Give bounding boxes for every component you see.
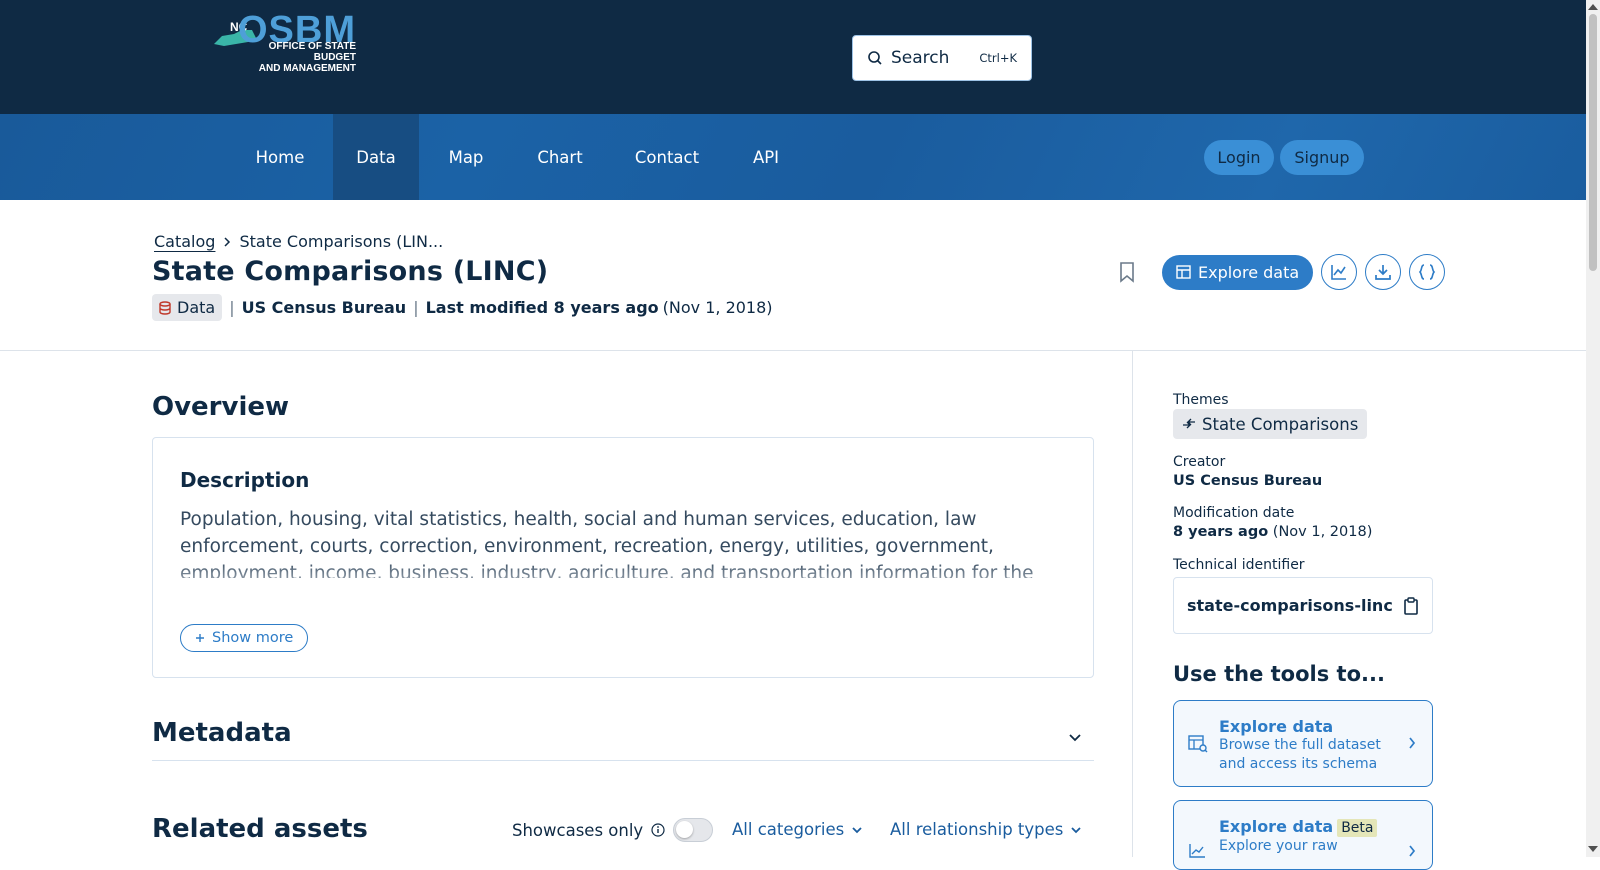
last-modified: Last modified 8 years ago (425, 298, 659, 317)
meta-separator: | (413, 298, 419, 317)
explore-data-label: Explore data (1198, 262, 1300, 282)
table-icon (1176, 265, 1191, 279)
description-heading: Description (180, 468, 310, 492)
scrollbar-thumb[interactable] (1589, 14, 1597, 271)
tool-card-explore-data[interactable]: Explore data Browse the full dataset and… (1173, 700, 1433, 787)
section-divider (0, 350, 1586, 351)
tool-card-title: Explore data (1219, 717, 1334, 736)
asset-meta: Data | US Census Bureau | Last modified … (152, 294, 773, 321)
nav-map[interactable]: Map (436, 114, 496, 200)
last-modified-date: (Nov 1, 2018) (662, 298, 773, 317)
page-title: State Comparisons (LINC) (152, 256, 549, 287)
chevron-right-icon (1409, 737, 1416, 749)
logo-subtitle: OFFICE OF STATE BUDGET AND MANAGEMENT (258, 41, 356, 74)
api-button[interactable] (1409, 254, 1446, 290)
bookmark-button[interactable] (1116, 254, 1138, 290)
beta-badge: Beta (1337, 819, 1378, 837)
creator-value: US Census Bureau (1173, 473, 1323, 489)
explore-data-button[interactable]: Explore data (1162, 254, 1314, 290)
download-button[interactable] (1365, 254, 1402, 290)
nav-home[interactable]: Home (240, 114, 320, 200)
info-icon[interactable] (651, 823, 665, 837)
copy-button[interactable] (1403, 596, 1419, 615)
download-icon (1375, 265, 1392, 280)
login-button[interactable]: Login (1204, 140, 1274, 175)
creator-label: Creator (1173, 454, 1226, 470)
type-chip: Data (152, 294, 223, 321)
signup-button[interactable]: Signup (1280, 140, 1364, 175)
chevron-right-icon (224, 236, 231, 247)
technical-identifier-label: Technical identifier (1173, 557, 1305, 573)
themes-label: Themes (1173, 392, 1229, 408)
braces-icon (1419, 264, 1436, 280)
compare-arrows-icon (1183, 418, 1195, 429)
chevron-down-icon (1069, 734, 1081, 742)
nav-data[interactable]: Data (333, 114, 419, 200)
show-more-label: Show more (212, 630, 294, 646)
database-icon (159, 300, 171, 315)
scroll-down-arrow-icon[interactable] (1588, 846, 1598, 852)
search-shortcut: Ctrl+K (979, 51, 1017, 65)
breadcrumb-catalog-link[interactable]: Catalog (154, 232, 215, 251)
theme-chip-label: State Comparisons (1202, 414, 1359, 434)
meta-separator: | (229, 298, 235, 317)
metadata-heading: Metadata (152, 718, 292, 748)
table-search-icon (1188, 735, 1208, 753)
nav-api[interactable]: API (743, 114, 789, 200)
show-more-button[interactable]: Show more (180, 624, 309, 652)
visualize-button[interactable] (1321, 254, 1358, 290)
tool-card-title: Explore data Beta (1219, 817, 1378, 837)
breadcrumb: Catalog State Comparisons (LIN... (154, 232, 443, 251)
technical-identifier-value: state-comparisons-linc (1187, 596, 1393, 615)
modification-date-value: 8 years ago (Nov 1, 2018) (1173, 524, 1373, 540)
tools-heading: Use the tools to... (1173, 662, 1385, 686)
related-assets-heading: Related assets (152, 814, 368, 844)
chart-search-icon (1331, 265, 1347, 280)
top-header: NC OSBM OFFICE OF STATE BUDGET AND MANAG… (0, 0, 1586, 114)
showcases-filter: Showcases only (512, 818, 714, 842)
tool-card-description: Browse the full dataset and access its s… (1219, 737, 1381, 772)
technical-identifier-box: state-comparisons-linc (1173, 577, 1433, 634)
breadcrumb-current: State Comparisons (LIN... (239, 232, 444, 251)
tool-card-explore-data-beta[interactable]: Explore data Beta Explore your raw (1173, 800, 1433, 870)
sidebar-divider (1132, 350, 1133, 857)
chevron-down-icon (852, 826, 862, 833)
main-navigation: Home Data Map Chart Contact API Login Si… (0, 114, 1586, 200)
categories-dropdown[interactable]: All categories (732, 820, 863, 839)
categories-dropdown-label: All categories (732, 820, 845, 839)
relationship-dropdown-label: All relationship types (890, 820, 1064, 839)
scroll-up-arrow-icon[interactable] (1588, 4, 1598, 10)
tool-card-description: Explore your raw (1219, 838, 1338, 854)
bookmark-icon (1120, 262, 1134, 283)
description-card: Description Population, housing, vital s… (152, 437, 1094, 678)
header-actions: Explore data (1116, 254, 1446, 290)
overview-heading: Overview (152, 392, 290, 422)
plus-icon (196, 634, 204, 642)
theme-chip[interactable]: State Comparisons (1173, 409, 1368, 439)
showcases-toggle[interactable] (673, 818, 714, 842)
search-label: Search (891, 48, 950, 68)
osbm-logo[interactable]: NC OSBM OFFICE OF STATE BUDGET AND MANAG… (212, 10, 372, 74)
relationship-types-dropdown[interactable]: All relationship types (890, 820, 1082, 839)
modification-date-label: Modification date (1173, 505, 1295, 521)
source-name: US Census Bureau (241, 298, 407, 317)
search-icon (868, 51, 882, 65)
search-button[interactable]: Search Ctrl+K (852, 35, 1032, 81)
description-fade (180, 560, 1060, 600)
nav-contact[interactable]: Contact (624, 114, 710, 200)
metadata-accordion[interactable]: Metadata (152, 718, 1094, 761)
chevron-down-icon (1071, 826, 1082, 833)
type-chip-label: Data (177, 298, 216, 317)
chevron-right-icon (1409, 845, 1416, 857)
clipboard-icon (1404, 596, 1418, 615)
related-assets-header: Related assets Showcases only All catego… (152, 812, 1094, 852)
showcases-label: Showcases only (512, 820, 644, 840)
nav-chart[interactable]: Chart (524, 114, 596, 200)
